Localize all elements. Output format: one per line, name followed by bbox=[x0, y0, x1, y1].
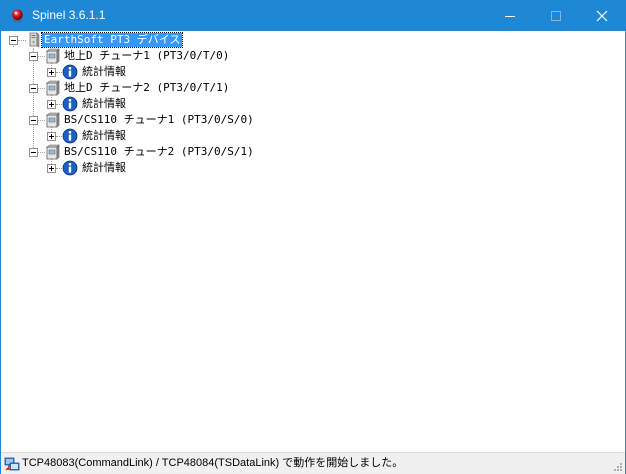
maximize-button[interactable] bbox=[533, 1, 579, 31]
close-icon bbox=[596, 10, 608, 22]
tuner-2-stats-label[interactable]: 統計情報 bbox=[80, 97, 128, 111]
resize-grip-icon[interactable] bbox=[613, 462, 623, 472]
info-icon bbox=[62, 160, 78, 176]
minimize-button[interactable] bbox=[487, 1, 533, 31]
tuner-3-stats-label[interactable]: 統計情報 bbox=[80, 129, 128, 143]
tuner-4-collapse-toggle[interactable] bbox=[29, 148, 38, 157]
tuner-4-stats-expand-toggle[interactable] bbox=[47, 164, 56, 173]
tuner-device-icon bbox=[46, 80, 60, 96]
pc-device-icon bbox=[29, 32, 40, 48]
tuner-device-icon bbox=[46, 112, 60, 128]
tuner-1-label[interactable]: 地上D チューナ1 (PT3/0/T/0) bbox=[62, 49, 231, 63]
tuner-4-stats-label[interactable]: 統計情報 bbox=[80, 161, 128, 175]
info-icon bbox=[62, 64, 78, 80]
tuner-device-icon bbox=[46, 48, 60, 64]
tuner-1-stats-expand-toggle[interactable] bbox=[47, 68, 56, 77]
tuner-2-stats-expand-toggle[interactable] bbox=[47, 100, 56, 109]
window-title: Spinel 3.6.1.1 bbox=[32, 8, 106, 22]
title-bar[interactable]: Spinel 3.6.1.1 bbox=[1, 1, 625, 31]
info-icon bbox=[62, 128, 78, 144]
tuner-1-stats-label[interactable]: 統計情報 bbox=[80, 65, 128, 79]
tuner-4-label[interactable]: BS/CS110 チューナ2 (PT3/0/S/1) bbox=[62, 145, 256, 159]
tree-root-label[interactable]: EarthSoft PT3 デバイス bbox=[40, 32, 184, 48]
app-window: Spinel 3.6.1.1 EarthSoft PT3 デバイス 地上D チュ… bbox=[0, 0, 626, 474]
maximize-icon bbox=[551, 11, 561, 21]
status-message: TCP48083(CommandLink) / TCP48084(TSDataL… bbox=[22, 457, 404, 469]
root-collapse-toggle[interactable] bbox=[9, 36, 18, 45]
tree-connector bbox=[33, 48, 34, 152]
tuner-2-label[interactable]: 地上D チューナ2 (PT3/0/T/1) bbox=[62, 81, 231, 95]
info-icon bbox=[62, 96, 78, 112]
minimize-icon bbox=[505, 16, 515, 17]
device-tree[interactable]: EarthSoft PT3 デバイス 地上D チューナ1 (PT3/0/T/0)… bbox=[1, 31, 625, 451]
tuner-3-stats-expand-toggle[interactable] bbox=[47, 132, 56, 141]
tuner-2-collapse-toggle[interactable] bbox=[29, 84, 38, 93]
tuner-1-collapse-toggle[interactable] bbox=[29, 52, 38, 61]
close-button[interactable] bbox=[579, 1, 625, 31]
spinel-app-icon bbox=[12, 9, 23, 23]
status-bar: TCP48083(CommandLink) / TCP48084(TSDataL… bbox=[1, 452, 625, 474]
tuner-device-icon bbox=[46, 144, 60, 160]
tuner-3-collapse-toggle[interactable] bbox=[29, 116, 38, 125]
tuner-3-label[interactable]: BS/CS110 チューナ1 (PT3/0/S/0) bbox=[62, 113, 256, 127]
network-link-icon bbox=[4, 457, 20, 471]
